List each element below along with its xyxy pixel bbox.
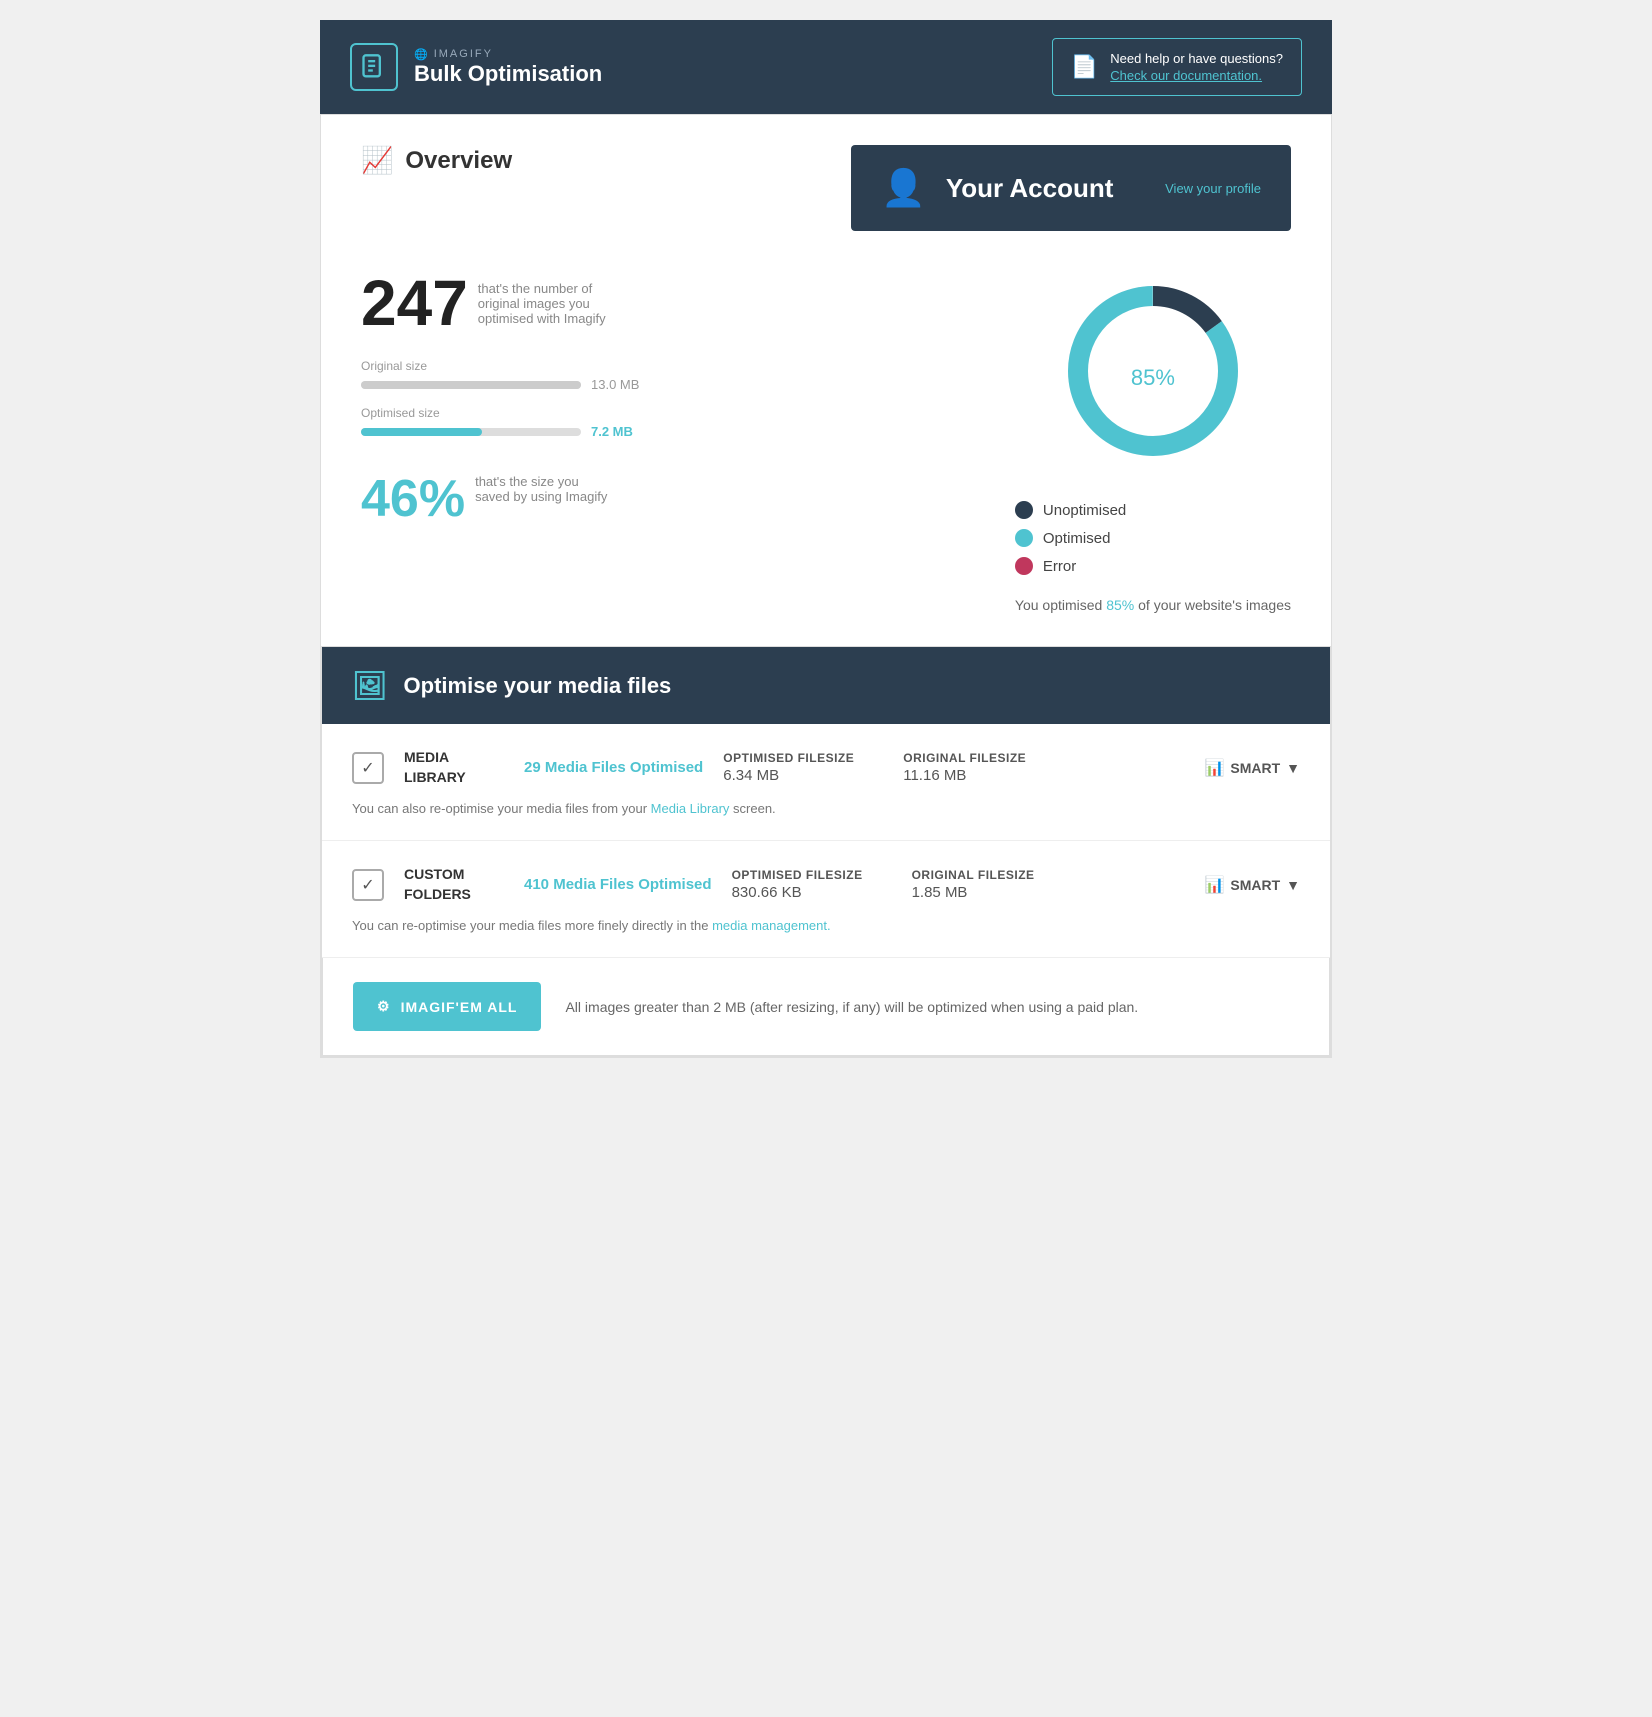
custom-folders-label: CUSTOMFOLDERS	[404, 865, 504, 904]
custom-folders-orig-size: ORIGINAL FILESIZE 1.85 MB	[912, 868, 1072, 901]
progress-section: Original size 13.0 MB Optimised size	[361, 359, 975, 439]
images-desc: that's the number of original images you…	[478, 281, 638, 326]
donut-area: 85% Unoptimised Optimised	[1015, 271, 1291, 616]
bar-chart-icon-2: 📊	[1204, 875, 1224, 895]
optimised-note: You optimised 85% of your website's imag…	[1015, 595, 1291, 616]
account-icon: 👤	[881, 167, 926, 209]
imagifem-bar: ⚙ IMAGIF'EM ALL All images greater than …	[322, 958, 1330, 1056]
overview-title: 📈 Overview	[361, 145, 821, 176]
view-profile-link[interactable]: View your profile	[1165, 181, 1261, 196]
overview-content: 247 that's the number of original images…	[361, 271, 1291, 616]
savings-percent: 46%	[361, 473, 465, 525]
media-library-opt-size: OPTIMISED FILESIZE 6.34 MB	[723, 751, 883, 784]
media-library-link[interactable]: Media Library	[651, 801, 730, 816]
custom-folders-opt-size: OPTIMISED FILESIZE 830.66 KB	[732, 868, 892, 901]
media-library-label: MEDIALIBRARY	[404, 748, 504, 787]
optimised-size-value: 7.2 MB	[591, 424, 633, 439]
imagifem-button[interactable]: ⚙ IMAGIF'EM ALL	[353, 982, 541, 1031]
account-card: 👤 Your Account View your profile	[851, 145, 1291, 231]
original-size-value: 13.0 MB	[591, 377, 639, 392]
original-size-label: Original size	[361, 359, 975, 373]
legend-error: Error	[1015, 557, 1126, 575]
brand: 🌐 IMAGIFY Bulk Optimisation	[414, 48, 602, 87]
images-count: 247	[361, 271, 468, 335]
donut-chart: 85%	[1053, 271, 1253, 471]
account-title: Your Account	[946, 173, 1145, 204]
original-size-row: 13.0 MB	[361, 377, 975, 392]
media-header-icon: 🖼	[352, 669, 388, 702]
original-progress-bar	[361, 381, 581, 389]
account-card-wrapper: 👤 Your Account View your profile	[851, 145, 1291, 251]
logo-icon	[350, 43, 398, 91]
imagifem-note: All images greater than 2 MB (after resi…	[565, 999, 1138, 1015]
media-library-row: ✓ MEDIALIBRARY 29 Media Files Optimised …	[322, 724, 1330, 841]
media-management-link[interactable]: media management.	[712, 918, 831, 933]
doc-link[interactable]: Check our documentation.	[1110, 68, 1283, 83]
custom-folders-row: ✓ CUSTOMFOLDERS 410 Media Files Optimise…	[322, 841, 1330, 958]
app-header: 🌐 IMAGIFY Bulk Optimisation 📄 Need help …	[320, 20, 1332, 114]
media-header: 🖼 Optimise your media files	[322, 647, 1330, 724]
media-library-checkbox[interactable]: ✓	[352, 752, 384, 784]
custom-folders-checkbox[interactable]: ✓	[352, 869, 384, 901]
help-text-block: Need help or have questions? Check our d…	[1110, 51, 1283, 83]
brand-name: 🌐 IMAGIFY	[414, 48, 602, 61]
custom-folders-files-opt: 410 Media Files Optimised	[524, 876, 712, 893]
help-text: Need help or have questions?	[1110, 51, 1283, 66]
doc-icon: 📄	[1071, 54, 1098, 80]
overview-section: 📈 Overview 👤 Your Account View your prof…	[321, 115, 1331, 646]
media-library-orig-size: ORIGINAL FILESIZE 11.16 MB	[903, 751, 1063, 784]
media-library-note: You can also re-optimise your media file…	[352, 801, 1300, 816]
stats-column: 247 that's the number of original images…	[361, 271, 975, 525]
media-library-files-opt: 29 Media Files Optimised	[524, 759, 703, 776]
optimised-size-label: Optimised size	[361, 406, 975, 420]
error-dot	[1015, 557, 1033, 575]
original-progress-fill	[361, 381, 581, 389]
chart-icon: 📈	[361, 145, 393, 176]
legend-optimised: Optimised	[1015, 529, 1126, 547]
donut-center: 85%	[1131, 347, 1175, 395]
savings-desc: that's the size you saved by using Imagi…	[475, 474, 615, 504]
custom-folders-top: ✓ CUSTOMFOLDERS 410 Media Files Optimise…	[352, 865, 1300, 904]
custom-folders-smart-btn[interactable]: 📊 SMART ▼	[1204, 875, 1300, 895]
optimised-dot	[1015, 529, 1033, 547]
optimised-progress-bar	[361, 428, 581, 436]
optimised-size-row: 7.2 MB	[361, 424, 975, 439]
overview-left: 📈 Overview	[361, 145, 821, 186]
donut-legend: Unoptimised Optimised Error	[1015, 501, 1126, 575]
unoptimised-dot	[1015, 501, 1033, 519]
bar-chart-icon: 📊	[1204, 758, 1224, 778]
legend-unoptimised: Unoptimised	[1015, 501, 1126, 519]
gear-icon: ⚙	[377, 998, 391, 1015]
optimised-progress-fill	[361, 428, 482, 436]
media-library-smart-btn[interactable]: 📊 SMART ▼	[1204, 758, 1300, 778]
media-library-top: ✓ MEDIALIBRARY 29 Media Files Optimised …	[352, 748, 1300, 787]
custom-folders-note: You can re-optimise your media files mor…	[352, 918, 1300, 933]
main-content: 📈 Overview 👤 Your Account View your prof…	[320, 114, 1332, 1058]
help-box: 📄 Need help or have questions? Check our…	[1052, 38, 1302, 96]
media-section: 🖼 Optimise your media files ✓ MEDIALIBRA…	[321, 646, 1331, 1057]
header-left: 🌐 IMAGIFY Bulk Optimisation	[350, 43, 602, 91]
page-title: Bulk Optimisation	[414, 61, 602, 87]
media-section-title: Optimise your media files	[404, 673, 672, 699]
